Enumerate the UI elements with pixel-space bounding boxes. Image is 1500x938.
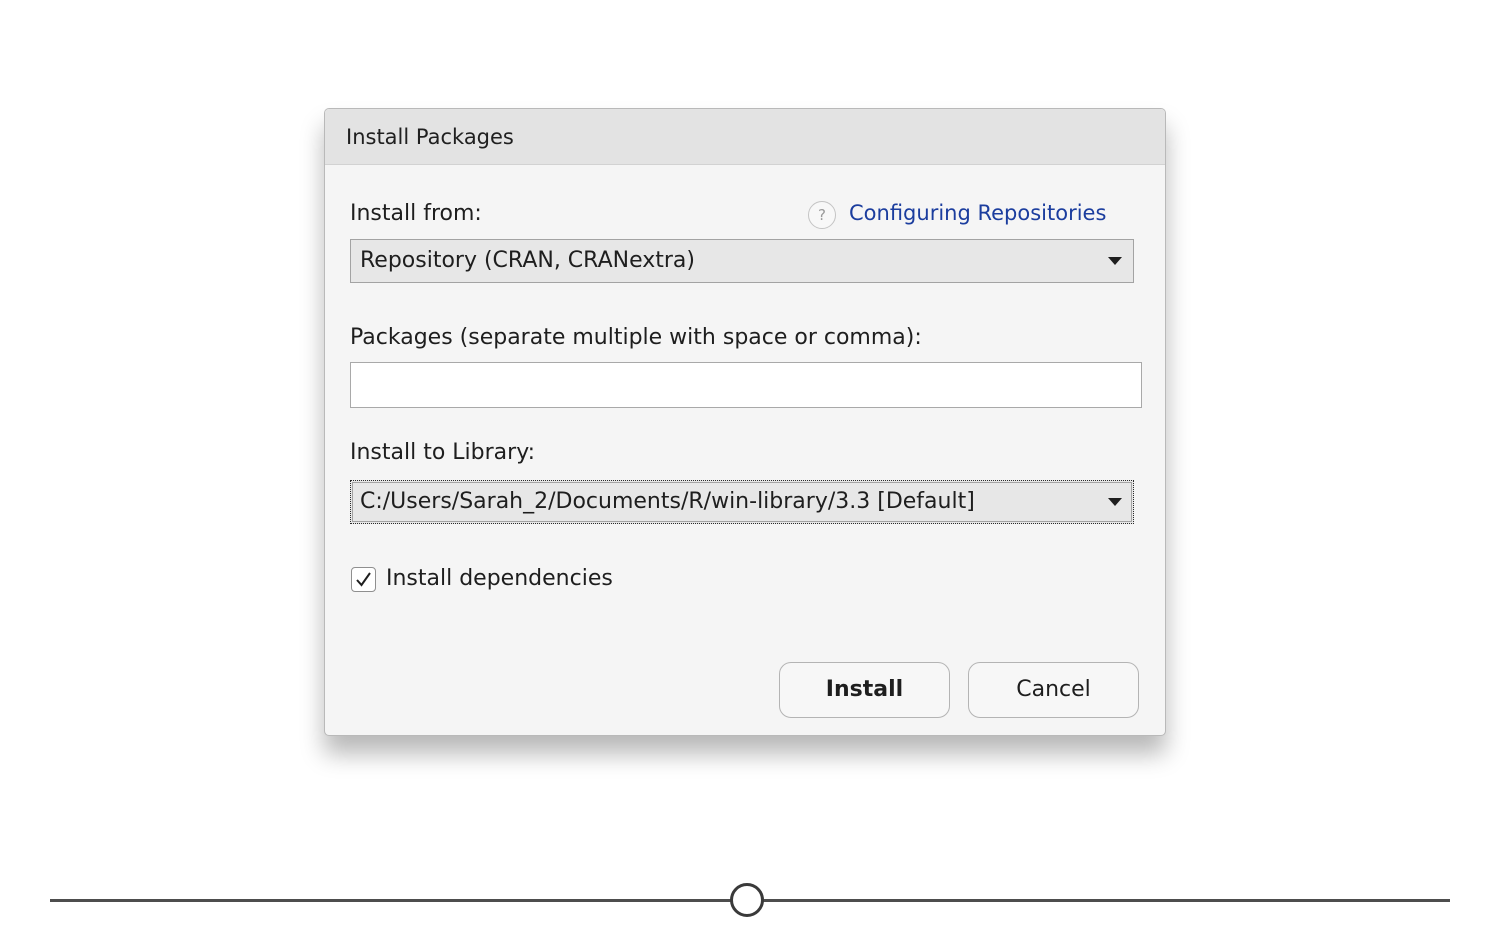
install-button[interactable]: Install	[779, 662, 950, 718]
dropdown-arrow-icon	[1108, 498, 1122, 506]
packages-input[interactable]	[350, 362, 1142, 408]
library-select[interactable]: C:/Users/Sarah_2/Documents/R/win-library…	[350, 480, 1134, 524]
dropdown-arrow-icon	[1108, 257, 1122, 265]
timeline-handle[interactable]	[730, 883, 764, 917]
dialog-title: Install Packages	[346, 125, 514, 149]
checkmark-icon	[356, 572, 371, 587]
packages-label: Packages (separate multiple with space o…	[350, 325, 922, 350]
install-from-value: Repository (CRAN, CRANextra)	[360, 248, 695, 273]
install-from-select[interactable]: Repository (CRAN, CRANextra)	[350, 239, 1134, 283]
library-label: Install to Library:	[350, 440, 536, 465]
dialog-titlebar[interactable]: Install Packages	[325, 109, 1165, 165]
install-dependencies-label[interactable]: Install dependencies	[386, 566, 613, 591]
install-dependencies-checkbox[interactable]	[351, 567, 376, 592]
library-value: C:/Users/Sarah_2/Documents/R/win-library…	[360, 489, 975, 514]
install-packages-dialog: Install Packages Install from: ? Configu…	[324, 108, 1166, 736]
install-from-label: Install from:	[350, 201, 482, 226]
question-circle-icon[interactable]: ?	[808, 201, 836, 229]
cancel-button[interactable]: Cancel	[968, 662, 1139, 718]
configuring-repositories-link[interactable]: Configuring Repositories	[849, 201, 1106, 225]
